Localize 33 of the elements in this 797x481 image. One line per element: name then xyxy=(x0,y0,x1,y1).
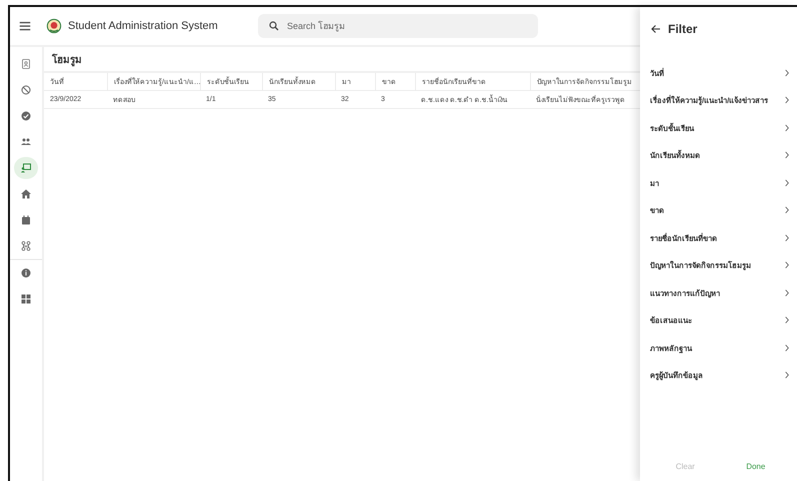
people-icon xyxy=(20,136,32,148)
chevron-right-icon xyxy=(783,206,791,214)
chevron-right-icon xyxy=(783,178,791,187)
chevron-right-icon xyxy=(783,316,791,324)
check-circle-icon xyxy=(20,110,32,122)
block-icon xyxy=(20,84,32,96)
contact-card-icon xyxy=(20,58,32,70)
page-title: โฮมรูม xyxy=(52,52,82,66)
app-title: Student Administration System xyxy=(68,20,219,32)
calendar-icon xyxy=(20,214,32,226)
chevron-right-icon xyxy=(783,124,791,132)
chevron-right-icon xyxy=(783,96,791,104)
chevron-right-icon xyxy=(783,261,791,270)
home-icon xyxy=(20,188,32,200)
chevron-right-icon xyxy=(783,151,791,160)
chevron-right-icon xyxy=(783,371,791,380)
info-icon xyxy=(20,267,32,279)
panel-title: Filter xyxy=(668,22,698,36)
footer-button[interactable]: Done xyxy=(742,460,770,473)
back-arrow-icon xyxy=(650,23,662,35)
back-button[interactable] xyxy=(650,23,662,35)
nav-button[interactable] xyxy=(14,157,38,179)
search-icon xyxy=(268,20,280,32)
chevron-right-icon xyxy=(783,68,791,77)
menu-icon xyxy=(18,19,32,33)
search-field[interactable]: Search โฮมรูม xyxy=(258,14,538,38)
school-emblem-icon xyxy=(46,18,62,34)
network-icon xyxy=(20,240,32,252)
chevron-right-icon xyxy=(783,344,791,352)
grid-icon xyxy=(20,293,32,305)
chevron-right-icon xyxy=(783,234,791,242)
chevron-right-icon xyxy=(783,288,791,297)
presentation-icon xyxy=(20,162,32,174)
